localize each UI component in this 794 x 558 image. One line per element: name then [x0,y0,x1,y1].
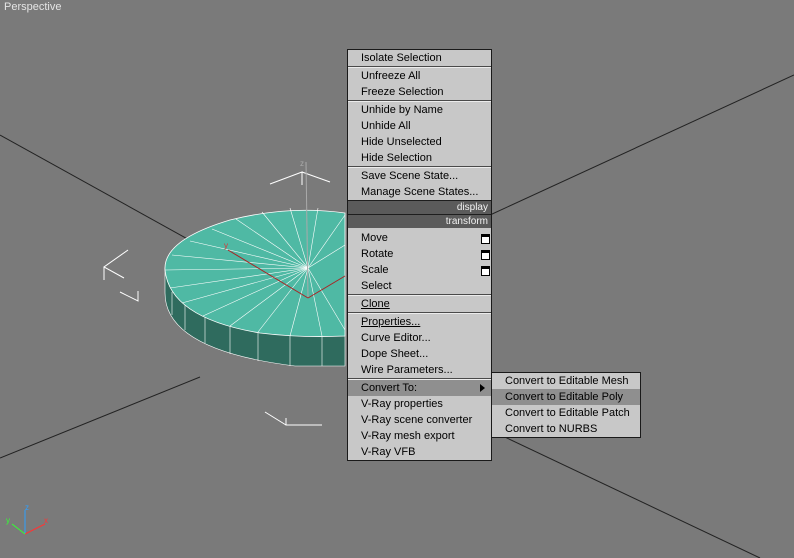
viewport-label[interactable]: Perspective [4,1,61,13]
grid-line [489,429,761,558]
options-box-icon[interactable] [481,266,490,276]
options-box-icon[interactable] [481,234,490,244]
menu-item-freeze-selection[interactable]: Freeze Selection [348,84,491,100]
gizmo-y-label: y [224,241,228,250]
menu-item-convert-to[interactable]: Convert To: [348,380,491,396]
perspective-viewport[interactable]: z y z x y Perspective Isolate Selection … [0,0,794,558]
menu-item-save-scene-state[interactable]: Save Scene State... [348,168,491,184]
menu-item-hide-selection[interactable]: Hide Selection [348,150,491,166]
gizmo-z-label: z [300,159,304,168]
quad-header-transform: transform [348,214,491,228]
submenu-item-editable-patch[interactable]: Convert to Editable Patch [492,405,640,421]
menu-item-move[interactable]: Move [348,230,491,246]
submenu-arrow-icon [480,384,485,392]
menu-item-vray-vfb[interactable]: V-Ray VFB [348,444,491,460]
menu-item-vray-properties[interactable]: V-Ray properties [348,396,491,412]
menu-item-unhide-all[interactable]: Unhide All [348,118,491,134]
submenu-item-nurbs[interactable]: Convert to NURBS [492,421,640,437]
menu-item-rotate[interactable]: Rotate [348,246,491,262]
menu-item-wire-parameters[interactable]: Wire Parameters... [348,362,491,378]
menu-item-dope-sheet[interactable]: Dope Sheet... [348,346,491,362]
menu-item-unfreeze-all[interactable]: Unfreeze All [348,68,491,84]
menu-item-label: Move [361,232,388,244]
menu-item-label: Convert To: [361,382,418,394]
menu-item-vray-scene-converter[interactable]: V-Ray scene converter [348,412,491,428]
menu-item-unhide-by-name[interactable]: Unhide by Name [348,102,491,118]
menu-item-curve-editor[interactable]: Curve Editor... [348,330,491,346]
options-box-icon[interactable] [481,250,490,260]
submenu-item-editable-poly[interactable]: Convert to Editable Poly [492,389,640,405]
grid-line [489,74,794,216]
menu-item-select[interactable]: Select [348,278,491,294]
menu-item-isolate-selection[interactable]: Isolate Selection [348,50,491,66]
grid-line [0,376,201,459]
menu-item-scale[interactable]: Scale [348,262,491,278]
world-y-label: y [6,516,10,525]
menu-item-properties[interactable]: Properties... [348,314,491,330]
quad-menu: Isolate Selection Unfreeze All Freeze Se… [347,49,492,461]
menu-item-label: Scale [361,264,389,276]
quad-header-display: display [348,200,491,214]
convert-submenu: Convert to Editable Mesh Convert to Edit… [491,372,641,438]
submenu-item-editable-mesh[interactable]: Convert to Editable Mesh [492,373,640,389]
menu-item-hide-unselected[interactable]: Hide Unselected [348,134,491,150]
menu-item-manage-scene-states[interactable]: Manage Scene States... [348,184,491,200]
world-axis-icon: z x y [6,503,48,535]
menu-item-label: Rotate [361,248,394,260]
world-z-label: z [25,503,29,512]
menu-item-vray-mesh-export[interactable]: V-Ray mesh export [348,428,491,444]
world-x-label: x [44,516,48,525]
menu-item-clone[interactable]: Clone [348,296,491,312]
